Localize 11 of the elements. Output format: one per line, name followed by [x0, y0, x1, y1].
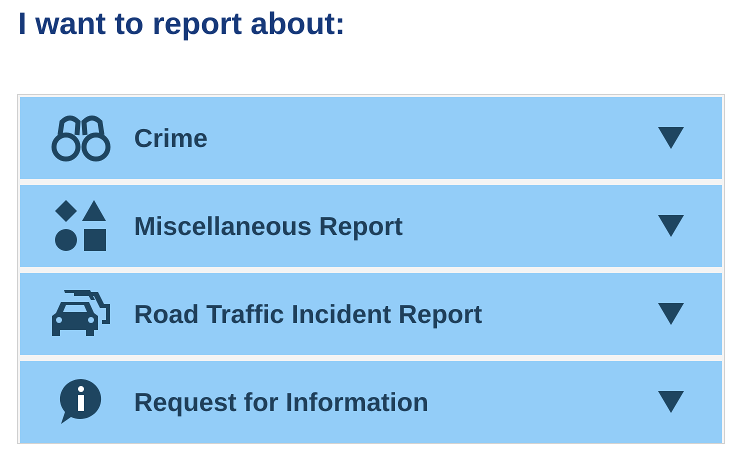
- info-bubble-icon: [58, 377, 104, 427]
- accordion-item[interactable]: Request for Information: [20, 361, 722, 443]
- shapes-icon: [54, 199, 108, 253]
- caret-icon: [658, 127, 684, 149]
- caret-icon: [658, 391, 684, 413]
- caret-icon: [658, 303, 684, 325]
- accordion-item[interactable]: Crime: [20, 97, 722, 179]
- caret-icon: [658, 215, 684, 237]
- accordion-item[interactable]: Road Traffic Incident Report: [20, 273, 722, 355]
- accordion-item[interactable]: Miscellaneous Report: [20, 185, 722, 267]
- page-heading: I want to report about:: [17, 6, 346, 42]
